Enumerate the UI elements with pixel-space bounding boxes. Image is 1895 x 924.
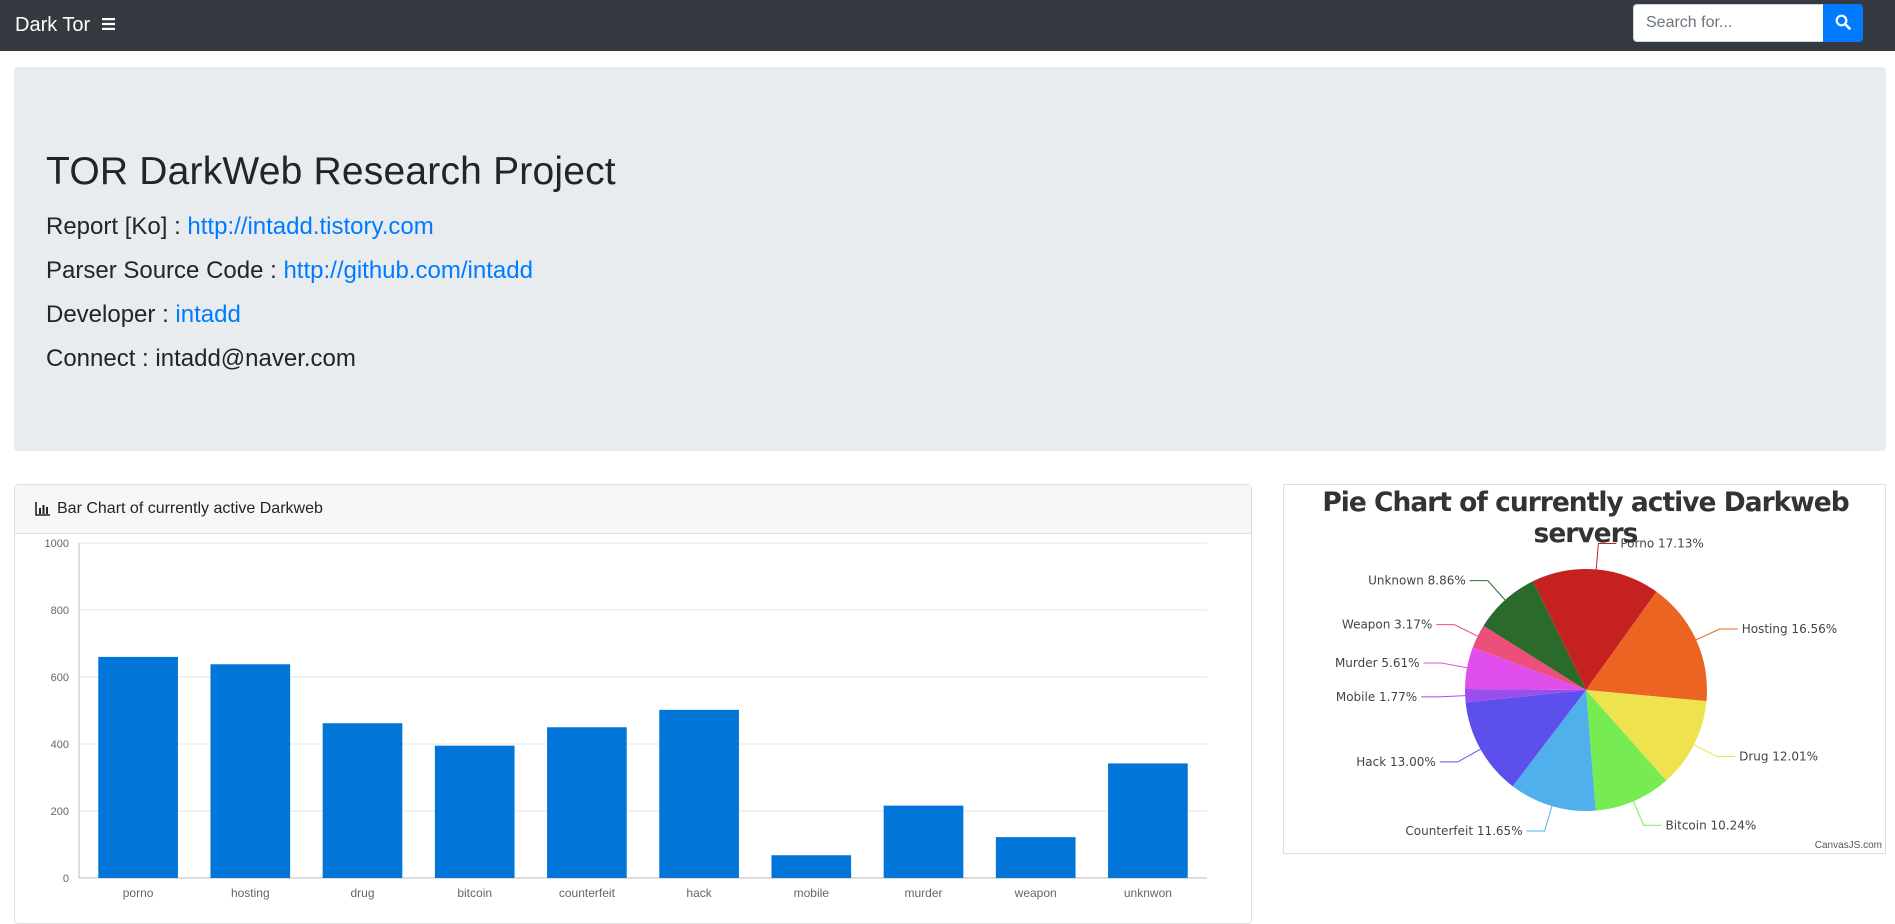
x-tick-label: mobile xyxy=(794,886,830,900)
developer-link[interactable]: intadd xyxy=(175,301,240,328)
y-tick-label: 800 xyxy=(51,605,69,617)
pie-leader-line xyxy=(1436,624,1478,637)
search-input[interactable] xyxy=(1633,4,1823,42)
pie-leader-line xyxy=(1632,801,1662,826)
bar-counterfeit[interactable] xyxy=(547,727,627,878)
pie-leader-line xyxy=(1423,662,1468,669)
developer-line: Developer : intadd xyxy=(46,301,241,328)
bar-chart: 0 200 400 600 800 1000 porno hosting drug bitcoin… xyxy=(45,538,1207,900)
bar-porno[interactable] xyxy=(98,656,178,878)
pie-slice-label: Bitcoin 10.24% xyxy=(1666,818,1757,832)
report-link[interactable]: http://intadd.tistory.com xyxy=(187,213,433,240)
intro-jumbotron: TOR DarkWeb Research Project Report [Ko]… xyxy=(14,67,1886,451)
search-form xyxy=(1633,4,1863,42)
page-title: TOR DarkWeb Research Project xyxy=(46,150,616,193)
x-tick-label: bitcoin xyxy=(457,886,492,900)
bar-bitcoin[interactable] xyxy=(434,745,515,878)
bar-hosting[interactable] xyxy=(210,664,291,878)
x-tick-label: drug xyxy=(350,886,374,900)
pie-slice-label: Weapon 3.17% xyxy=(1342,618,1432,632)
bar-chart-title: Bar Chart of currently active Darkweb xyxy=(57,500,323,517)
y-tick-label: 400 xyxy=(51,739,69,751)
bars-icon[interactable] xyxy=(102,15,116,36)
y-tick-label: 600 xyxy=(51,672,69,684)
pie-slice-label: Hack 13.00% xyxy=(1356,755,1436,769)
x-tick-label: counterfeit xyxy=(559,886,616,900)
pie-chart-card: Porno 17.13% Hosting 16.56% Drug 12.01% Bit… xyxy=(1283,484,1886,854)
top-navbar: Dark Tor xyxy=(0,0,1895,51)
pie-slice-label: Hosting 16.56% xyxy=(1742,622,1837,636)
x-tick-label: porno xyxy=(123,886,154,900)
pie-slice-label: Murder 5.61% xyxy=(1335,656,1420,670)
y-tick-label: 200 xyxy=(51,806,69,818)
x-tick-label: murder xyxy=(904,886,942,900)
search-icon xyxy=(1835,14,1851,33)
connect-line: Connect : intadd@naver.com xyxy=(46,345,356,372)
pie-leader-line xyxy=(1695,628,1738,641)
bar-unknwon[interactable] xyxy=(1108,763,1188,878)
x-tick-label: unknwon xyxy=(1124,886,1172,900)
source-link[interactable]: http://github.com/intadd xyxy=(283,257,533,284)
bar-drug[interactable] xyxy=(322,723,403,878)
source-line: Parser Source Code : http://github.com/i… xyxy=(46,257,533,284)
pie-slice-label: Mobile 1.77% xyxy=(1336,690,1417,704)
canvasjs-credit[interactable]: CanvasJS.com xyxy=(1815,840,1882,851)
bar-hack[interactable] xyxy=(659,709,739,878)
pie-leader-line xyxy=(1693,744,1736,758)
brand-logo[interactable]: Dark Tor xyxy=(15,14,90,37)
bar-weapon[interactable] xyxy=(995,837,1076,878)
pie-slice-label: Counterfeit 11.65% xyxy=(1405,824,1522,838)
bar-chart-card: Bar Chart of currently active Darkweb 0 2… xyxy=(14,484,1252,924)
x-tick-label: hosting xyxy=(231,886,270,900)
bar-chart-header: Bar Chart of currently active Darkweb xyxy=(15,485,1251,534)
pie-slice-label: Unknown 8.86% xyxy=(1368,574,1466,588)
bar-murder[interactable] xyxy=(883,805,964,878)
y-tick-label: 1000 xyxy=(45,538,69,550)
x-tick-label: weapon xyxy=(1014,886,1057,900)
pie-slice-label: Drug 12.01% xyxy=(1739,750,1818,764)
pie-chart-title: Pie Chart of currently active Darkweb se… xyxy=(1322,487,1849,549)
bar-chart-icon xyxy=(35,502,51,516)
x-tick-label: hack xyxy=(686,886,712,900)
pie-leader-line xyxy=(1526,805,1553,832)
connect-email: intadd@naver.com xyxy=(155,345,356,372)
y-tick-label: 0 xyxy=(63,873,69,885)
pie-leader-line xyxy=(1469,580,1506,601)
pie-leader-line xyxy=(1439,748,1481,763)
search-button[interactable] xyxy=(1823,4,1863,42)
report-line: Report [Ko] : http://intadd.tistory.com xyxy=(46,213,434,240)
pie-leader-line xyxy=(1421,695,1466,698)
bar-mobile[interactable] xyxy=(771,855,852,878)
